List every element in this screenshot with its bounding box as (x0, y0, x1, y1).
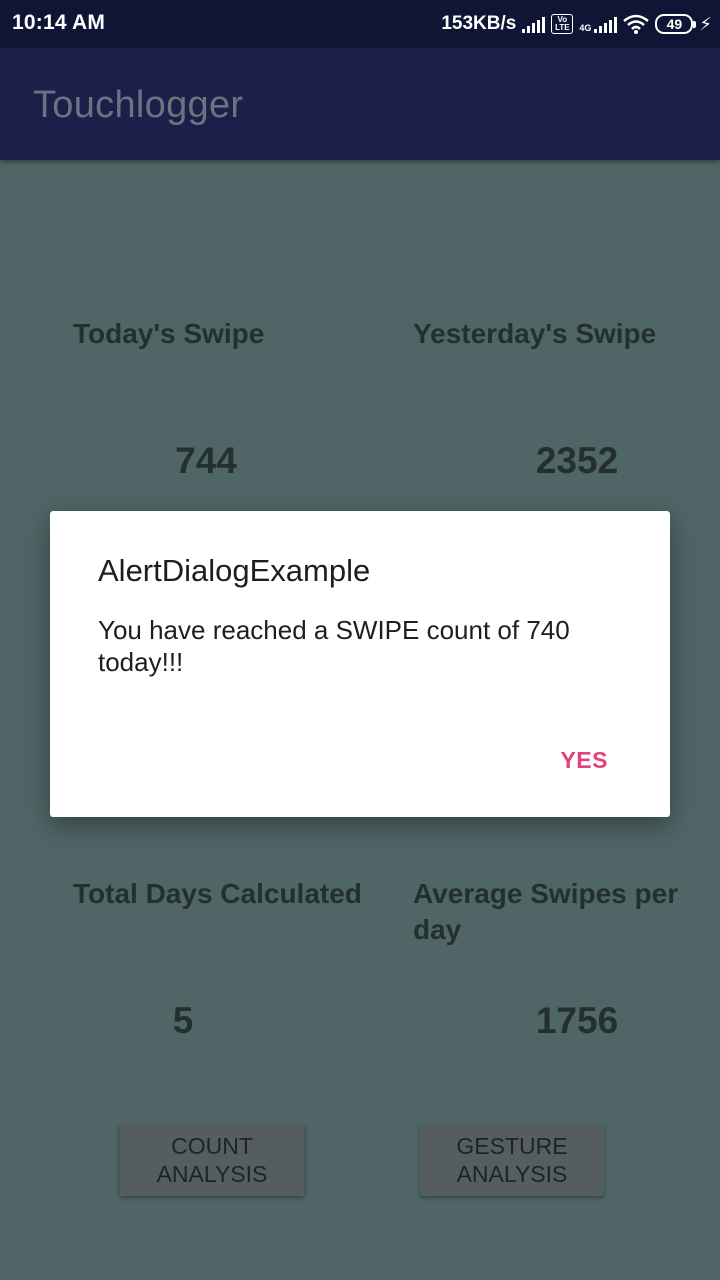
yes-button[interactable]: YES (560, 747, 608, 774)
gesture-analysis-button[interactable]: GESTURE ANALYSIS (420, 1124, 604, 1196)
count-analysis-label: COUNT ANALYSIS (156, 1133, 268, 1187)
network-type: 4G (579, 23, 592, 33)
signal-2-icon: 4G (579, 15, 618, 33)
status-bar: 10:14 AM 153KB/s Vo LTE 4G 49 ⚡ (0, 0, 720, 48)
average-swipes-value: 1756 (535, 1000, 619, 1041)
wifi-icon (623, 14, 650, 34)
today-swipe-value: 744 (175, 440, 237, 481)
dialog-message: You have reached a SWIPE count of 740 to… (98, 615, 570, 677)
average-swipes-label: Average Swipes per day (413, 878, 679, 945)
alert-dialog: AlertDialogExample You have reached a SW… (50, 511, 670, 817)
yesterday-swipe-value: 2352 (535, 440, 619, 481)
gesture-analysis-label: GESTURE ANALYSIS (456, 1133, 568, 1187)
app-bar: Touchlogger (0, 48, 720, 160)
signal-1-icon (522, 15, 546, 33)
dialog-title: AlertDialogExample (98, 553, 371, 588)
total-days-value: 5 (172, 1000, 194, 1041)
app-title: Touchlogger (33, 84, 244, 126)
volte-icon: Vo LTE (551, 14, 574, 34)
battery-icon: 49 (655, 14, 697, 34)
battery-level: 49 (666, 16, 683, 32)
yesterday-swipe-label: Yesterday's Swipe (413, 318, 657, 349)
charging-icon: ⚡ (699, 13, 712, 34)
status-time: 10:14 AM (12, 11, 106, 34)
network-speed: 153KB/s (441, 13, 517, 34)
status-indicators: 153KB/s Vo LTE 4G 49 ⚡ (441, 10, 712, 38)
count-analysis-button[interactable]: COUNT ANALYSIS (120, 1124, 304, 1196)
today-swipe-label: Today's Swipe (73, 318, 265, 349)
total-days-label: Total Days Calculated (73, 878, 362, 909)
